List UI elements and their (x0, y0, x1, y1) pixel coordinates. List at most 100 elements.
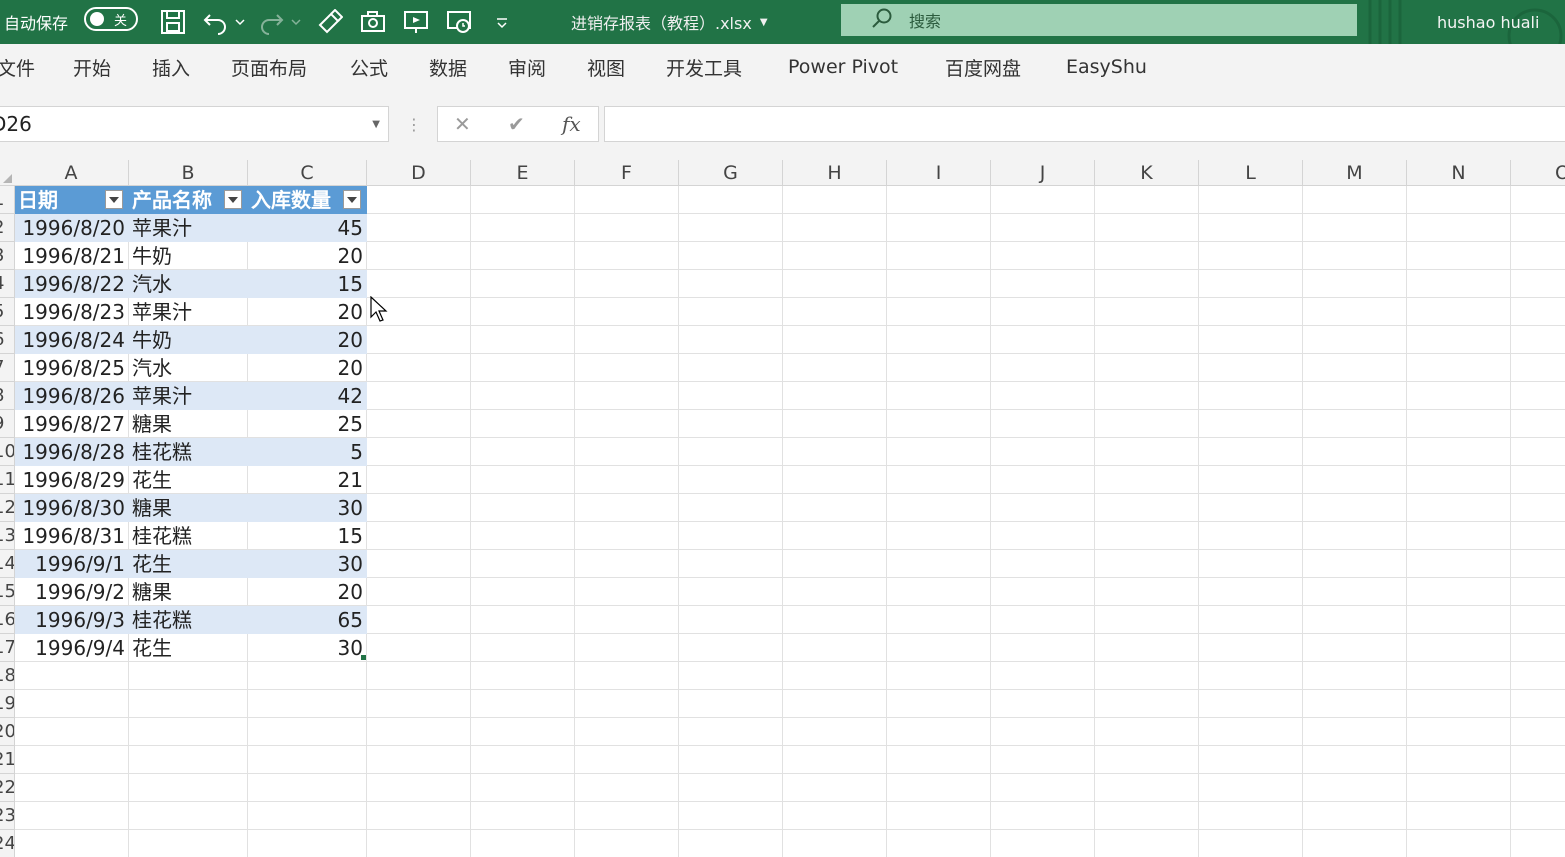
date-cell[interactable]: 1996/8/22 (15, 270, 128, 298)
row-header[interactable]: 7 (0, 354, 14, 382)
product-cell[interactable]: 汽水 (129, 354, 247, 382)
product-cell[interactable]: 桂花糕 (129, 606, 247, 634)
column-header-h[interactable]: H (783, 160, 887, 185)
row-header[interactable]: 19 (0, 690, 14, 718)
column-header-o[interactable]: O (1511, 160, 1565, 185)
formula-input[interactable] (604, 106, 1565, 142)
date-cell[interactable]: 1996/8/31 (15, 522, 128, 550)
quantity-cell[interactable]: 20 (248, 326, 366, 354)
product-cell[interactable]: 花生 (129, 634, 247, 662)
quantity-cell[interactable]: 25 (248, 410, 366, 438)
quantity-cell[interactable]: 21 (248, 466, 366, 494)
row-header[interactable]: 24 (0, 830, 14, 857)
row-header[interactable]: 1 (0, 186, 14, 214)
quantity-cell[interactable]: 20 (248, 298, 366, 326)
product-cell[interactable]: 桂花糕 (129, 438, 247, 466)
row-header[interactable]: 8 (0, 382, 14, 410)
row-header[interactable]: 23 (0, 802, 14, 830)
format-painter-icon[interactable] (317, 0, 343, 44)
date-cell[interactable]: 1996/8/26 (15, 382, 128, 410)
filter-dropdown-icon[interactable] (105, 190, 123, 209)
chevron-down-icon[interactable]: ▼ (372, 119, 380, 130)
drag-handle-icon[interactable]: ⋮ (406, 115, 422, 134)
product-cell[interactable]: 牛奶 (129, 242, 247, 270)
name-box[interactable]: D26 ▼ (0, 106, 389, 142)
date-cell[interactable]: 1996/8/24 (15, 326, 128, 354)
insert-function-button[interactable]: fx (562, 107, 581, 141)
row-header[interactable]: 6 (0, 326, 14, 354)
quantity-cell[interactable]: 65 (248, 606, 366, 634)
tab-file[interactable]: 文件 (0, 44, 35, 90)
column-header-b[interactable]: B (129, 160, 248, 185)
product-cell[interactable]: 花生 (129, 550, 247, 578)
select-all-button[interactable] (0, 160, 14, 185)
row-header[interactable]: 17 (0, 634, 14, 662)
row-header[interactable]: 16 (0, 606, 14, 634)
quantity-cell[interactable]: 20 (248, 354, 366, 382)
user-name[interactable]: hushao huali (1437, 0, 1539, 44)
column-header-j[interactable]: J (991, 160, 1095, 185)
date-cell[interactable]: 1996/9/4 (15, 634, 128, 662)
undo-icon[interactable] (202, 0, 246, 44)
quantity-cell[interactable]: 5 (248, 438, 366, 466)
screen-record-icon[interactable] (446, 0, 472, 44)
quantity-cell[interactable]: 30 (248, 550, 366, 578)
table-resize-handle[interactable] (361, 655, 366, 660)
tab-developer[interactable]: 开发工具 (666, 44, 742, 90)
product-cell[interactable]: 牛奶 (129, 326, 247, 354)
quantity-cell[interactable]: 30 (248, 494, 366, 522)
date-cell[interactable]: 1996/8/28 (15, 438, 128, 466)
row-header[interactable]: 13 (0, 522, 14, 550)
product-cell[interactable]: 苹果汁 (129, 382, 247, 410)
product-cell[interactable]: 糖果 (129, 410, 247, 438)
column-header-g[interactable]: G (679, 160, 783, 185)
product-cell[interactable]: 花生 (129, 466, 247, 494)
column-header-i[interactable]: I (887, 160, 991, 185)
date-cell[interactable]: 1996/9/3 (15, 606, 128, 634)
date-cell[interactable]: 1996/8/21 (15, 242, 128, 270)
row-header[interactable]: 4 (0, 270, 14, 298)
row-header[interactable]: 14 (0, 550, 14, 578)
row-header[interactable]: 5 (0, 298, 14, 326)
search-input[interactable]: 搜索 (841, 4, 1357, 36)
row-header[interactable]: 9 (0, 410, 14, 438)
autosave-toggle[interactable]: 关 (84, 7, 138, 31)
date-cell[interactable]: 1996/8/27 (15, 410, 128, 438)
document-title[interactable]: 进销存报表（教程）.xlsx ▼ (571, 0, 768, 44)
column-header-k[interactable]: K (1095, 160, 1199, 185)
quantity-cell[interactable]: 20 (248, 578, 366, 606)
row-header[interactable]: 3 (0, 242, 14, 270)
tab-view[interactable]: 视图 (587, 44, 625, 90)
tab-data[interactable]: 数据 (429, 44, 467, 90)
filter-dropdown-icon[interactable] (343, 190, 361, 209)
product-cell[interactable]: 苹果汁 (129, 214, 247, 242)
quantity-cell[interactable]: 30 (248, 634, 366, 662)
row-header[interactable]: 2 (0, 214, 14, 242)
quantity-cell[interactable]: 45 (248, 214, 366, 242)
tab-baidu-netdisk[interactable]: 百度网盘 (945, 44, 1021, 90)
row-header[interactable]: 10 (0, 438, 14, 466)
tab-easyshu[interactable]: EasyShu (1066, 44, 1147, 90)
column-header-a[interactable]: A (14, 160, 129, 185)
product-cell[interactable]: 糖果 (129, 494, 247, 522)
camera-icon[interactable] (360, 0, 386, 44)
product-cell[interactable]: 汽水 (129, 270, 247, 298)
quantity-cell[interactable]: 15 (248, 522, 366, 550)
column-header-m[interactable]: M (1303, 160, 1407, 185)
column-header-e[interactable]: E (471, 160, 575, 185)
save-icon[interactable] (160, 0, 186, 44)
row-header[interactable]: 12 (0, 494, 14, 522)
row-header[interactable]: 22 (0, 774, 14, 802)
tab-formulas[interactable]: 公式 (350, 44, 388, 90)
customize-qat-icon[interactable] (494, 0, 510, 44)
date-cell[interactable]: 1996/8/20 (15, 214, 128, 242)
tab-power-pivot[interactable]: Power Pivot (788, 44, 898, 90)
product-cell[interactable]: 桂花糕 (129, 522, 247, 550)
tab-page-layout[interactable]: 页面布局 (231, 44, 307, 90)
product-cell[interactable]: 糖果 (129, 578, 247, 606)
slideshow-icon[interactable] (403, 0, 429, 44)
enter-icon[interactable]: ✔ (508, 107, 525, 141)
date-cell[interactable]: 1996/9/1 (15, 550, 128, 578)
column-header-d[interactable]: D (367, 160, 471, 185)
row-header[interactable]: 15 (0, 578, 14, 606)
